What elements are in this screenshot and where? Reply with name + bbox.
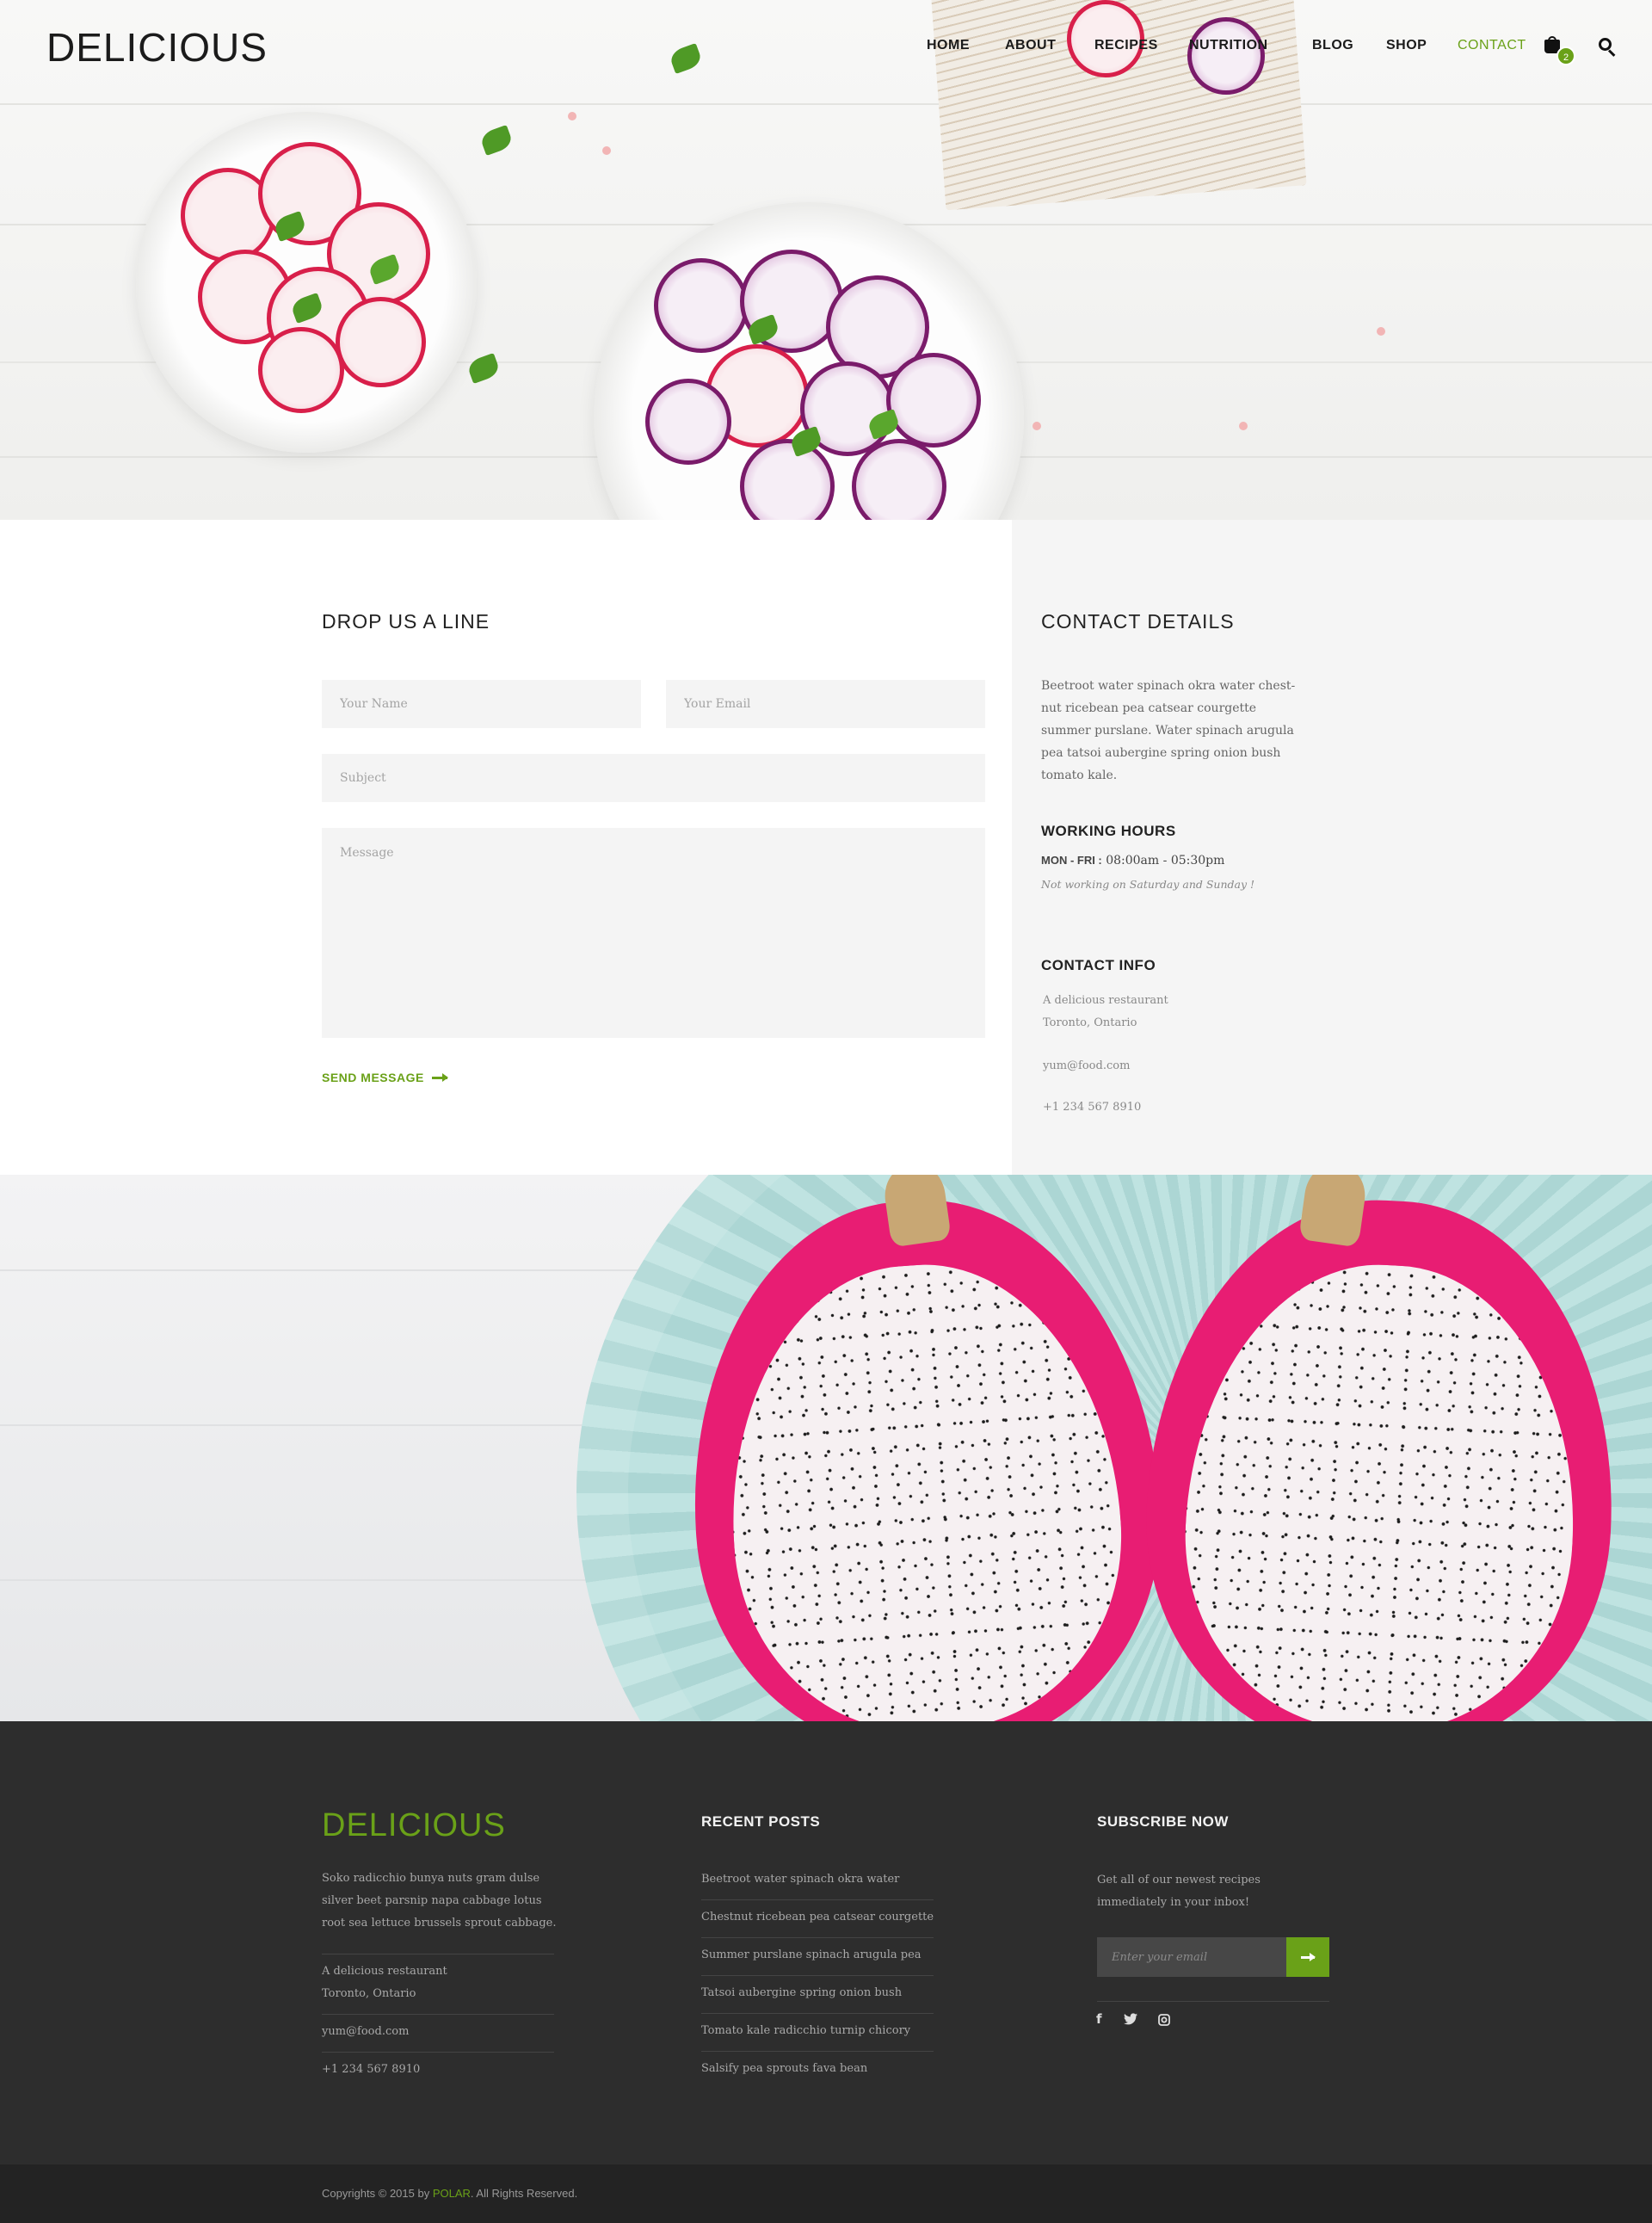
subscribe-text: Get all of our newest recipes immediatel…: [1097, 1874, 1261, 1909]
nav-about[interactable]: ABOUT: [1005, 38, 1094, 53]
cart-count-badge: 2: [1556, 46, 1575, 65]
contact-email[interactable]: yum@food.com: [1043, 1055, 1130, 1078]
subscribe-title: SUBSCRIBE NOW: [1097, 1813, 1229, 1830]
copyright-prefix: Copyrights © 2015 by: [322, 2187, 433, 2200]
nav-blog[interactable]: BLOG: [1312, 38, 1386, 53]
subject-input[interactable]: [322, 754, 985, 802]
nav-recipes[interactable]: RECIPES: [1094, 38, 1189, 53]
contact-details-title: CONTACT DETAILS: [1041, 610, 1235, 633]
contact-details-text: Beetroot water spinach okra water chest-…: [1041, 679, 1296, 782]
footer-logo[interactable]: DELICIOUS: [322, 1807, 506, 1844]
contact-info-title: CONTACT INFO: [1041, 957, 1156, 973]
recent-post-link[interactable]: Chestnut ricebean pea catsear courgette: [701, 1911, 934, 1924]
nav-shop[interactable]: SHOP: [1386, 38, 1458, 53]
copyright-text: Copyrights © 2015 by POLAR. All Rights R…: [322, 2187, 577, 2200]
facebook-icon[interactable]: f: [1096, 2011, 1102, 2027]
contact-address-line2: Toronto, Ontario: [1043, 1016, 1137, 1029]
working-hours: MON - FRI : 08:00am - 05:30pm: [1041, 854, 1224, 868]
site-logo[interactable]: DELICIOUS: [46, 24, 268, 71]
message-textarea[interactable]: [322, 828, 985, 1038]
working-days: MON - FRI :: [1041, 854, 1102, 867]
nav-home[interactable]: HOME: [927, 38, 1005, 53]
name-input[interactable]: [322, 680, 641, 728]
footer-address-line2: Toronto, Ontario: [322, 1987, 416, 2000]
main-nav: HOME ABOUT RECIPES NUTRITION BLOG SHOP C…: [927, 38, 1526, 53]
form-title: DROP US A LINE: [322, 610, 490, 633]
working-hours-note: Not working on Saturday and Sunday !: [1041, 878, 1255, 891]
footer-about-text: Soko radicchio bunya nuts gram dulse sil…: [322, 1872, 557, 1930]
email-input[interactable]: [666, 680, 985, 728]
subscribe-button[interactable]: [1286, 1937, 1329, 1977]
arrow-right-icon: [1301, 1952, 1316, 1961]
twitter-icon[interactable]: [1124, 2013, 1137, 2025]
footer-address-line1: A delicious restaurant: [322, 1965, 447, 1978]
contact-phone: +1 234 567 8910: [1043, 1101, 1142, 1114]
copyright-suffix: . All Rights Reserved.: [470, 2187, 578, 2200]
copyright-brand-link[interactable]: POLAR: [433, 2187, 471, 2200]
cart-button[interactable]: 2: [1544, 36, 1575, 65]
hero-image: [0, 0, 1652, 520]
send-message-label: SEND MESSAGE: [322, 1071, 424, 1084]
recent-post-link[interactable]: Tatsoi aubergine spring onion bush: [701, 1986, 902, 1999]
copyright-bar: Copyrights © 2015 by POLAR. All Rights R…: [0, 2164, 1652, 2223]
contact-address-line1: A delicious restaurant: [1043, 994, 1168, 1007]
recent-post-link[interactable]: Beetroot water spinach okra water: [701, 1873, 899, 1886]
nav-contact[interactable]: CONTACT: [1458, 38, 1526, 53]
working-time: 08:00am - 05:30pm: [1101, 854, 1225, 868]
recent-post-link[interactable]: Summer purslane spinach arugula pea: [701, 1948, 922, 1961]
recent-post-link[interactable]: Salsify pea sprouts fava bean: [701, 2062, 867, 2075]
arrow-right-icon: [431, 1072, 448, 1082]
site-footer: DELICIOUS Soko radicchio bunya nuts gram…: [0, 1721, 1652, 2164]
footer-phone: +1 234 567 8910: [322, 2063, 421, 2076]
search-button[interactable]: [1599, 38, 1616, 57]
recent-posts-title: RECENT POSTS: [701, 1813, 821, 1830]
dragon-fruit-image: [0, 1175, 1652, 1721]
send-message-button[interactable]: SEND MESSAGE: [322, 1071, 448, 1084]
working-hours-title: WORKING HOURS: [1041, 823, 1176, 839]
nav-nutrition[interactable]: NUTRITION: [1189, 38, 1312, 53]
contact-section: DROP US A LINE SEND MESSAGE CONTACT DETA…: [0, 520, 1652, 1175]
footer-email[interactable]: yum@food.com: [322, 2021, 409, 2043]
recent-post-link[interactable]: Tomato kale radicchio turnip chicory: [701, 2024, 910, 2037]
instagram-icon[interactable]: [1158, 2014, 1170, 2026]
